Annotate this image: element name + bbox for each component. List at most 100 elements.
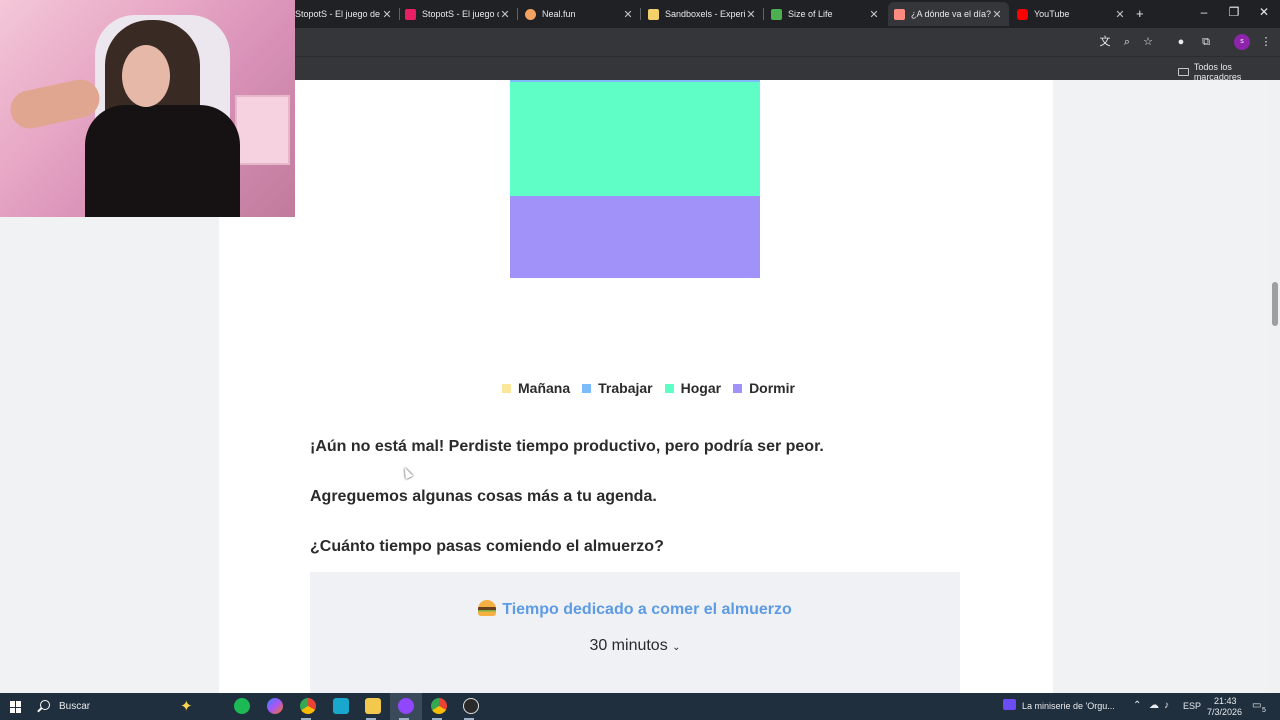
media-title[interactable]: La miniserie de 'Orgu... (1022, 701, 1115, 711)
chart-legend: Mañana Trabajar Hogar Dormir (502, 380, 807, 396)
bookmark-star-icon[interactable]: ☆ (1141, 35, 1155, 49)
sandboxels-favicon-icon (648, 8, 659, 20)
new-tab-button[interactable]: + (1136, 6, 1144, 21)
minimize-button[interactable]: – (1194, 5, 1214, 19)
close-icon[interactable]: ✕ (622, 8, 634, 21)
close-icon[interactable]: ✕ (745, 8, 757, 21)
legend-label: Mañana (518, 380, 571, 396)
tab-separator (517, 8, 518, 20)
tab-title: StopotS - El juego de (422, 9, 499, 19)
legend-swatch (733, 383, 743, 393)
windows-start-icon[interactable] (10, 701, 22, 713)
network-icon[interactable]: ☁ (1149, 700, 1159, 711)
notifications-icon[interactable]: ▭ (1252, 700, 1261, 711)
clock-time[interactable]: 21:43 (1214, 696, 1237, 706)
legend-label: Dormir (749, 380, 795, 396)
page-scrollbar[interactable] (1270, 80, 1280, 693)
tab-title: StopotS - El juego de (295, 9, 381, 19)
tab-separator (640, 8, 641, 20)
chrome-icon[interactable] (300, 698, 316, 714)
folder-icon (1178, 68, 1189, 76)
screen: StopotS - El juego de ✕ StopotS - El jue… (0, 0, 1280, 720)
webcam-person-body (85, 105, 240, 217)
webcam-person-face (122, 45, 170, 107)
window-close-button[interactable]: ✕ (1254, 5, 1274, 19)
tab-separator (763, 8, 764, 20)
app-icon[interactable] (333, 698, 349, 714)
close-icon[interactable]: ✕ (1114, 8, 1126, 21)
copilot-icon[interactable] (267, 698, 283, 714)
webcam-person-hand (7, 76, 103, 132)
copilot-sparkle-icon[interactable]: ✦ (180, 697, 193, 715)
close-icon[interactable]: ✕ (499, 8, 511, 21)
close-icon[interactable]: ✕ (991, 8, 1003, 21)
webcam-shelf (235, 95, 290, 165)
close-icon[interactable]: ✕ (868, 8, 880, 21)
youtube-favicon-icon (1017, 8, 1028, 20)
notification-count: 5 (1262, 707, 1266, 714)
tab-stopots-1[interactable]: StopotS - El juego de ✕ (289, 2, 400, 26)
tab-sandboxels[interactable]: Sandboxels - Experim ✕ (642, 2, 764, 26)
webcam-overlay (0, 0, 295, 217)
extensions-puzzle-icon[interactable]: ⧉ (1199, 35, 1213, 49)
calendar-favicon-icon (894, 8, 905, 20)
tab-youtube[interactable]: YouTube ✕ (1011, 2, 1132, 26)
stopots-favicon-icon (405, 8, 416, 20)
windows-taskbar: Buscar ✦ La miniserie de 'Orgu... ⌃ ☁ ♪ … (0, 693, 1280, 720)
translate-icon[interactable]: 文 (1098, 35, 1112, 49)
chrome-profile-icon[interactable] (431, 698, 447, 714)
file-explorer-icon[interactable] (365, 698, 381, 714)
taskbar-search-label[interactable]: Buscar (59, 701, 90, 712)
clock-date[interactable]: 7/3/2026 (1207, 707, 1242, 717)
scrollbar-thumb[interactable] (1272, 282, 1278, 326)
all-bookmarks-label: Todos los marcadores (1193, 62, 1242, 82)
restore-button[interactable]: ❐ (1224, 5, 1244, 19)
volume-icon[interactable]: ♪ (1164, 700, 1169, 711)
lunch-time-select[interactable]: 30 minutos ⌄ (585, 635, 685, 657)
close-icon[interactable]: ✕ (381, 8, 393, 21)
spotify-icon[interactable] (234, 698, 250, 714)
prompt-message: Agreguemos algunas cosas más a tu agenda… (310, 488, 657, 505)
all-bookmarks-folder[interactable]: Todos los marcadores (1178, 62, 1280, 82)
legend-label: Hogar (680, 380, 722, 396)
lunch-question-card: Tiempo dedicado a comer el almuerzo 30 m… (310, 572, 960, 693)
obs-icon[interactable] (463, 698, 479, 714)
selected-value: 30 minutos (589, 637, 668, 654)
tab-title: Neal.fun (542, 9, 576, 19)
legend-label: Trabajar (598, 380, 653, 396)
legend-swatch (582, 383, 592, 393)
legend-item-trabajar: Trabajar (582, 380, 653, 396)
extension-icon[interactable]: ● (1174, 35, 1188, 49)
tab-size-of-life[interactable]: Size of Life ✕ (765, 2, 886, 26)
tab-nealfun[interactable]: Neal.fun ✕ (519, 2, 641, 26)
legend-swatch (502, 383, 511, 393)
page-content: Mañana Trabajar Hogar Dormir ¡Aún no est… (219, 80, 1053, 693)
legend-item-hogar: Hogar (664, 380, 722, 396)
legend-item-dormir: Dormir (733, 380, 795, 396)
bar-segment-hogar (510, 82, 760, 196)
result-message: ¡Aún no está mal! Perdiste tiempo produc… (310, 438, 824, 455)
tab-title: Size of Life (788, 9, 833, 19)
zoom-icon[interactable]: ⌕ (1120, 35, 1134, 49)
twitch-icon[interactable] (398, 698, 414, 714)
tray-overflow-chevron-icon[interactable]: ⌃ (1133, 700, 1141, 711)
tab-title: Sandboxels - Experim (665, 9, 745, 19)
language-indicator[interactable]: ESP (1183, 701, 1201, 711)
bar-segment-dormir (510, 196, 760, 278)
size-of-life-favicon-icon (771, 8, 782, 20)
tab-title: YouTube (1034, 9, 1070, 19)
tab-adonde-va-el-dia[interactable]: ¿A dónde va el día? ✕ (888, 2, 1009, 26)
card-title: Tiempo dedicado a comer el almuerzo (310, 600, 960, 619)
profile-avatar[interactable]: s (1234, 34, 1250, 50)
search-icon[interactable] (40, 700, 50, 710)
hamburger-icon (478, 600, 497, 616)
card-title-text: Tiempo dedicado a comer el almuerzo (502, 601, 792, 618)
chevron-down-icon: ⌄ (672, 642, 681, 653)
nealfun-favicon-icon (525, 8, 536, 20)
tab-stopots-2[interactable]: StopotS - El juego de ✕ (399, 2, 518, 26)
media-play-icon[interactable] (1003, 699, 1016, 710)
legend-swatch (664, 383, 674, 393)
menu-kebab-icon[interactable]: ⋮ (1259, 35, 1273, 49)
legend-item-manana: Mañana (502, 380, 570, 396)
question-heading: ¿Cuánto tiempo pasas comiendo el almuerz… (310, 538, 664, 555)
